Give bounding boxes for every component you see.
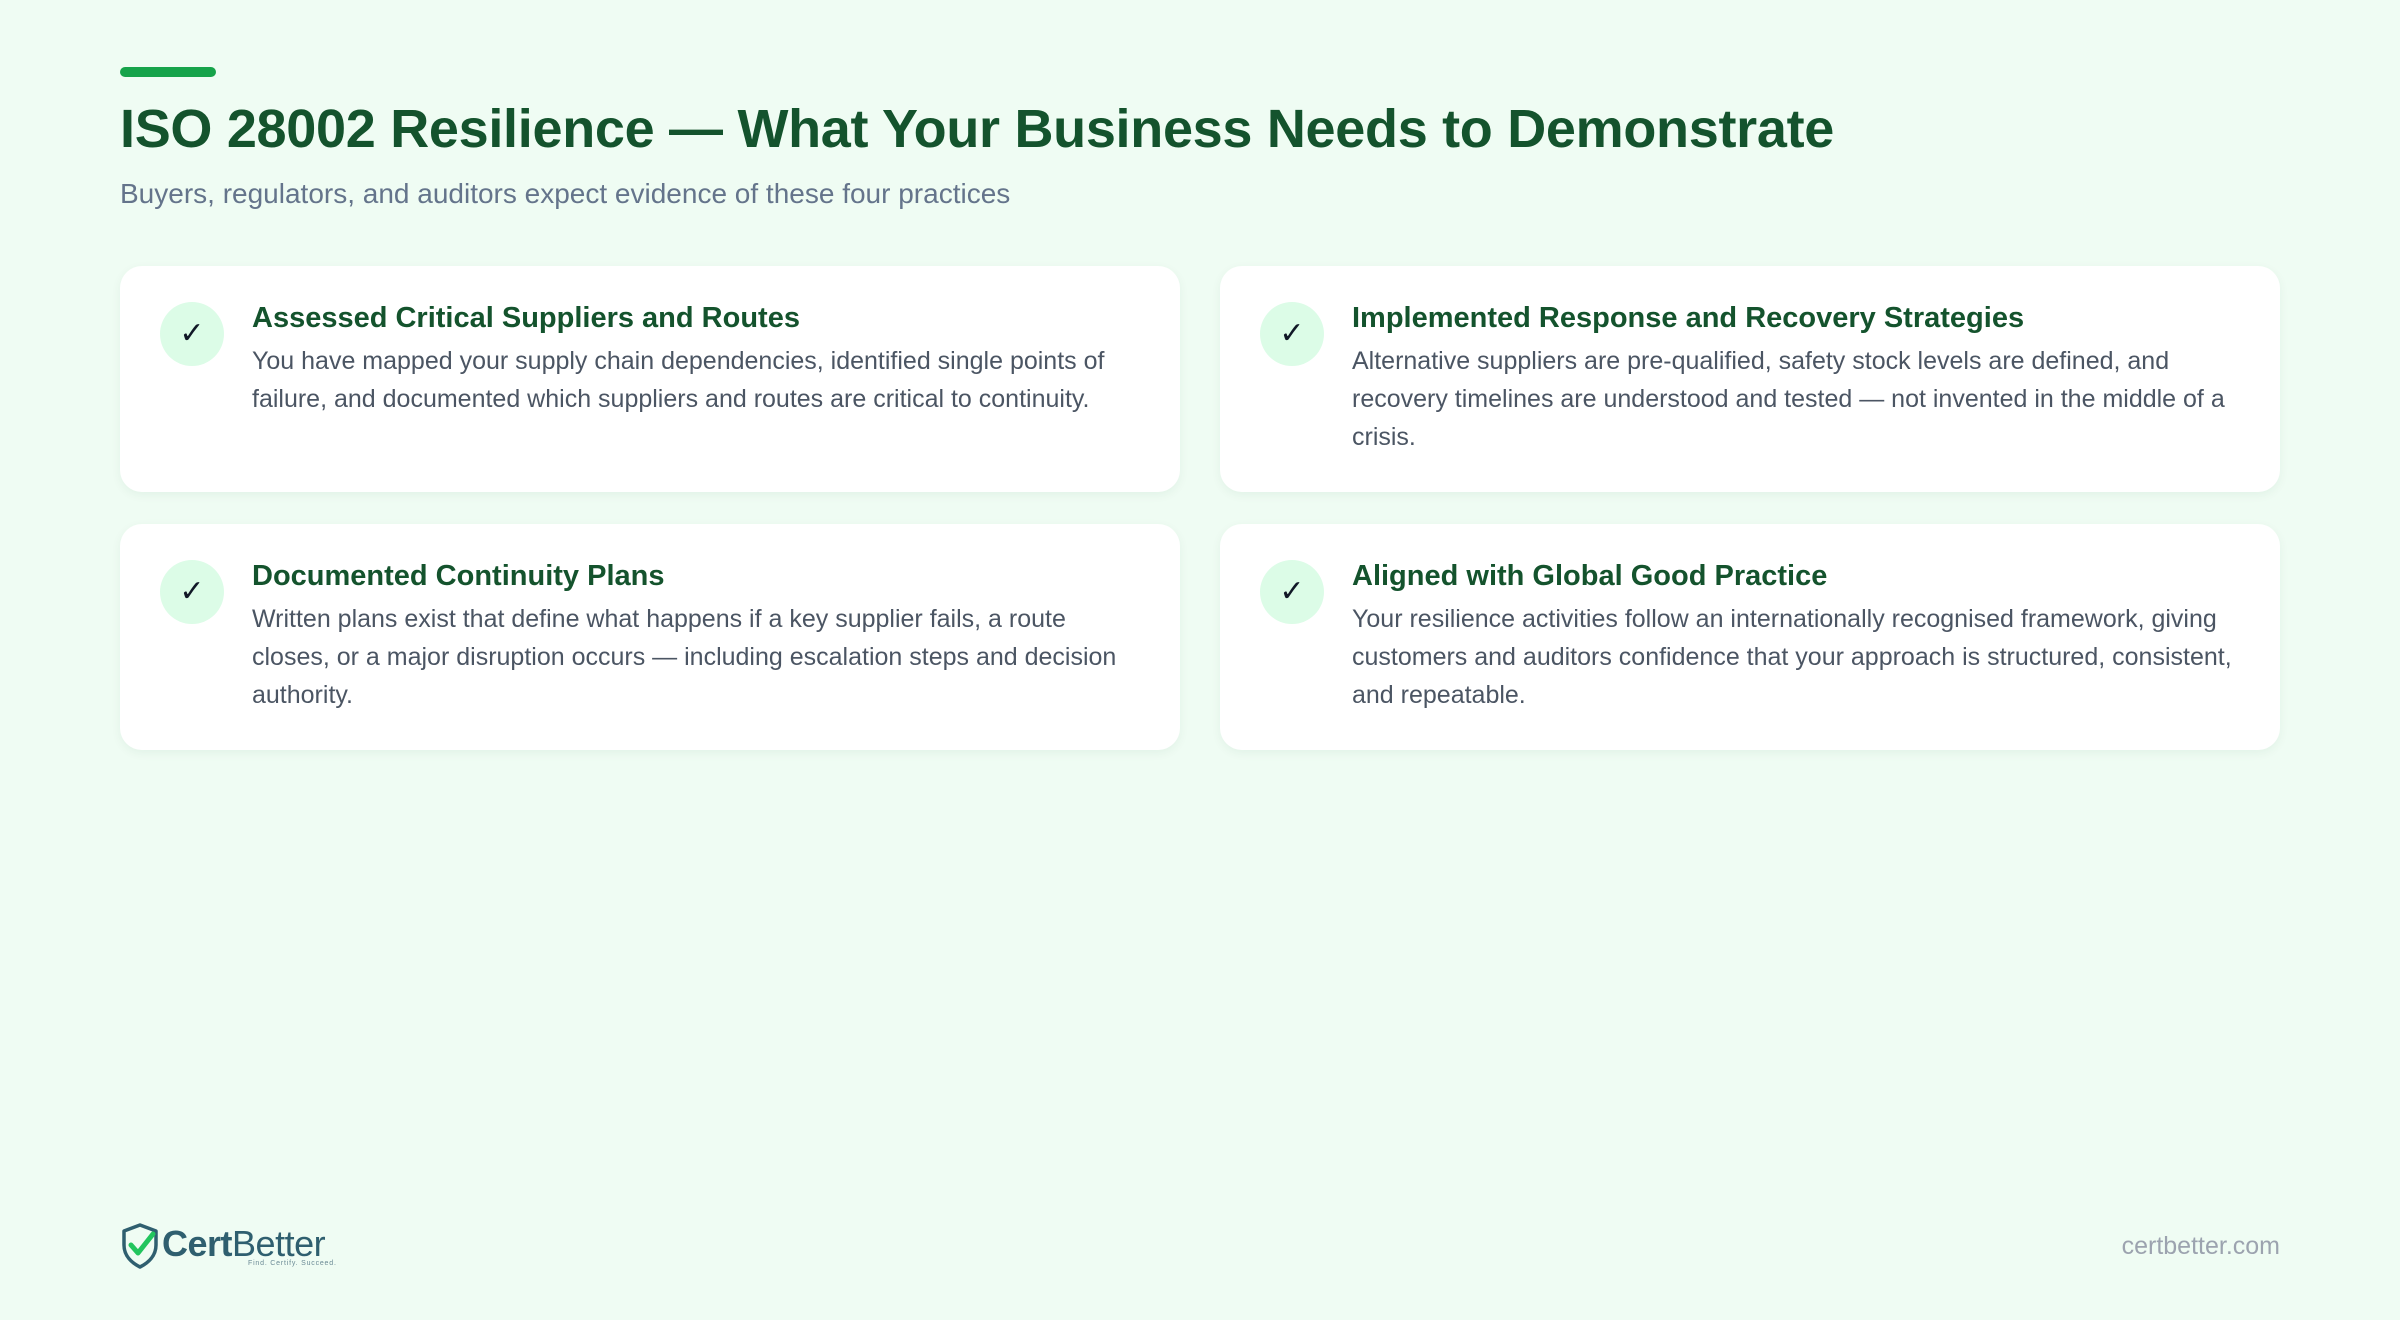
check-glyph: ✓ xyxy=(1279,574,1305,609)
card-title: Assessed Critical Suppliers and Routes xyxy=(252,302,800,334)
card-body: You have mapped your supply chain depend… xyxy=(252,346,1105,413)
check-glyph: ✓ xyxy=(179,316,205,351)
footer-url: certbetter.com xyxy=(2121,1232,2280,1260)
card-body: Written plans exist that define what hap… xyxy=(252,604,1117,709)
check-glyph: ✓ xyxy=(1279,316,1305,351)
check-icon: ✓ xyxy=(1260,560,1324,624)
accent-bar xyxy=(120,67,216,77)
check-icon: ✓ xyxy=(160,302,224,366)
card-title: Documented Continuity Plans xyxy=(252,560,665,592)
check-glyph: ✓ xyxy=(179,574,205,609)
card-title: Implemented Response and Recovery Strate… xyxy=(1352,302,2025,334)
page-subtitle: Buyers, regulators, and auditors expect … xyxy=(120,178,1011,209)
shield-check-icon xyxy=(122,1223,158,1269)
logo-tagline: Find. Certify. Succeed. xyxy=(248,1260,337,1267)
practice-card-continuity-plans: ✓ Documented Continuity Plans Written pl… xyxy=(120,524,1180,750)
practice-card-assessed-suppliers: ✓ Assessed Critical Suppliers and Routes… xyxy=(120,266,1180,492)
certbetter-logo: CertBetter Find. Certify. Succeed. xyxy=(120,1222,337,1270)
card-body: Alternative suppliers are pre-qualified,… xyxy=(1352,346,2225,451)
practice-card-global-practice: ✓ Aligned with Global Good Practice Your… xyxy=(1220,524,2280,750)
check-icon: ✓ xyxy=(1260,302,1324,366)
check-icon: ✓ xyxy=(160,560,224,624)
card-title: Aligned with Global Good Practice xyxy=(1352,560,1828,592)
card-body: Your resilience activities follow an int… xyxy=(1352,604,2232,709)
practice-cards: ✓ Assessed Critical Suppliers and Routes… xyxy=(120,266,2280,750)
page-title: ISO 28002 Resilience — What Your Busines… xyxy=(120,99,1834,159)
practice-card-response-recovery: ✓ Implemented Response and Recovery Stra… xyxy=(1220,266,2280,492)
